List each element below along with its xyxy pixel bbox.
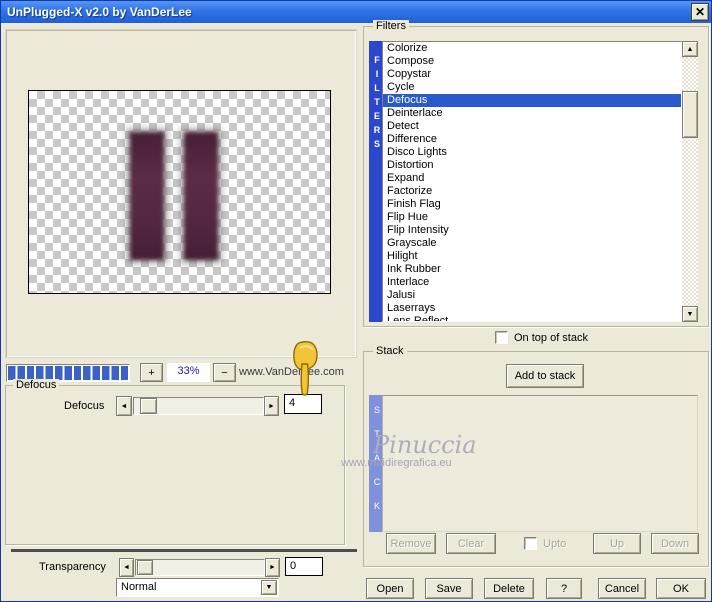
upto-label: Upto: [543, 538, 567, 550]
pointing-hand-icon: [293, 341, 318, 396]
bottom-divider: [11, 549, 357, 552]
preview-pillar-right: [184, 132, 218, 260]
filter-list-item[interactable]: Grayscale: [383, 237, 681, 250]
defocus-group-title: Defocus: [13, 379, 60, 391]
filter-list-item[interactable]: Copystar: [383, 68, 681, 81]
scroll-up-button[interactable]: ▲: [682, 41, 698, 57]
zoom-level-display: 33%: [167, 363, 210, 382]
progress-fill: [8, 366, 128, 380]
filter-list-item[interactable]: Jalusi: [383, 289, 681, 302]
filter-list-item[interactable]: Finish Flag: [383, 198, 681, 211]
plus-icon: +: [148, 366, 155, 379]
window-title: UnPlugged-X v2.0 by VanDerLee: [7, 5, 192, 19]
filter-list-item[interactable]: Lens Reflect: [383, 315, 681, 321]
arrow-down-icon: ▼: [686, 310, 694, 318]
down-button[interactable]: Down: [651, 533, 699, 554]
filter-list-item[interactable]: Flip Intensity: [383, 224, 681, 237]
filters-group-title: Filters: [373, 20, 409, 32]
stack-group-title: Stack: [373, 345, 407, 357]
filters-list[interactable]: Colorize Compose Copystar Cycle Defocus Deint…: [382, 41, 682, 322]
filter-list-item[interactable]: Factorize: [383, 185, 681, 198]
transparency-slider-thumb[interactable]: [137, 560, 153, 575]
filter-list-item[interactable]: Distortion: [383, 159, 681, 172]
on-top-of-stack-label: On top of stack: [514, 332, 588, 344]
chevron-down-icon: ▼: [265, 584, 273, 591]
help-button[interactable]: ?: [546, 578, 582, 599]
close-button[interactable]: ✕: [691, 3, 709, 21]
remove-button[interactable]: Remove: [386, 533, 436, 554]
save-button[interactable]: Save: [425, 578, 473, 599]
zoom-out-button[interactable]: −: [213, 363, 236, 382]
close-icon: ✕: [694, 5, 706, 19]
filter-list-item[interactable]: Colorize: [383, 42, 681, 55]
arrow-right-icon: ►: [268, 402, 275, 410]
filter-list-item[interactable]: Defocus: [383, 94, 681, 107]
filter-list-item[interactable]: Deinterlace: [383, 107, 681, 120]
zoom-in-button[interactable]: +: [140, 363, 163, 382]
watermark-url: www.maidiregrafica.eu: [341, 457, 452, 469]
up-button[interactable]: Up: [593, 533, 641, 554]
transparency-decrement-button[interactable]: ◄: [119, 558, 134, 577]
scrollbar-thumb[interactable]: [682, 91, 698, 138]
add-to-stack-button[interactable]: Add to stack: [506, 364, 584, 388]
ok-button[interactable]: OK: [656, 578, 706, 599]
clear-button[interactable]: Clear: [446, 533, 496, 554]
title-bar[interactable]: UnPlugged-X v2.0 by VanDerLee: [1, 1, 711, 23]
dropdown-button[interactable]: ▼: [261, 580, 277, 595]
blend-mode-dropdown[interactable]: Normal ▼: [116, 578, 279, 597]
upto-checkbox[interactable]: [524, 537, 537, 550]
defocus-increment-button[interactable]: ►: [264, 396, 279, 416]
watermark-name: Pinuccia: [373, 431, 477, 459]
transparency-increment-button[interactable]: ►: [265, 558, 280, 577]
arrow-up-icon: ▲: [686, 45, 694, 53]
filter-list-item[interactable]: Hilight: [383, 250, 681, 263]
filter-list-item[interactable]: Cycle: [383, 81, 681, 94]
defocus-decrement-button[interactable]: ◄: [116, 396, 132, 416]
filter-list-item[interactable]: Interlace: [383, 276, 681, 289]
plugin-dialog: UnPlugged-X v2.0 by VanDerLee ✕ + 33% − …: [0, 0, 712, 602]
on-top-of-stack-checkbox[interactable]: [495, 331, 508, 344]
transparency-slider-track[interactable]: [135, 559, 265, 576]
transparency-label: Transparency: [39, 561, 106, 573]
filter-list-item[interactable]: Laserrays: [383, 302, 681, 315]
filter-list-item[interactable]: Ink Rubber: [383, 263, 681, 276]
open-button[interactable]: Open: [366, 578, 414, 599]
filter-list-item[interactable]: Flip Hue: [383, 211, 681, 224]
defocus-slider-label: Defocus: [64, 400, 105, 412]
cancel-button[interactable]: Cancel: [598, 578, 646, 599]
preview-pillar-left: [130, 132, 164, 260]
filter-list-item[interactable]: Compose: [383, 55, 681, 68]
filters-scrollbar[interactable]: ▲ ▼: [682, 41, 698, 322]
filter-list-item[interactable]: Difference: [383, 133, 681, 146]
filter-list-item[interactable]: Detect: [383, 120, 681, 133]
filter-list-item[interactable]: Expand: [383, 172, 681, 185]
arrow-left-icon: ◄: [123, 564, 130, 571]
delete-button[interactable]: Delete: [484, 578, 534, 599]
transparency-value-input[interactable]: 0: [285, 557, 323, 576]
minus-icon: −: [221, 366, 228, 379]
arrow-left-icon: ◄: [120, 402, 128, 410]
blend-mode-value: Normal: [121, 581, 157, 593]
scroll-down-button[interactable]: ▼: [682, 306, 698, 322]
filters-vertical-banner: FILTERS: [369, 41, 382, 322]
arrow-right-icon: ►: [269, 564, 276, 571]
preview-image[interactable]: [28, 90, 331, 294]
filter-list-item[interactable]: Disco Lights: [383, 146, 681, 159]
defocus-slider-thumb[interactable]: [140, 398, 157, 414]
